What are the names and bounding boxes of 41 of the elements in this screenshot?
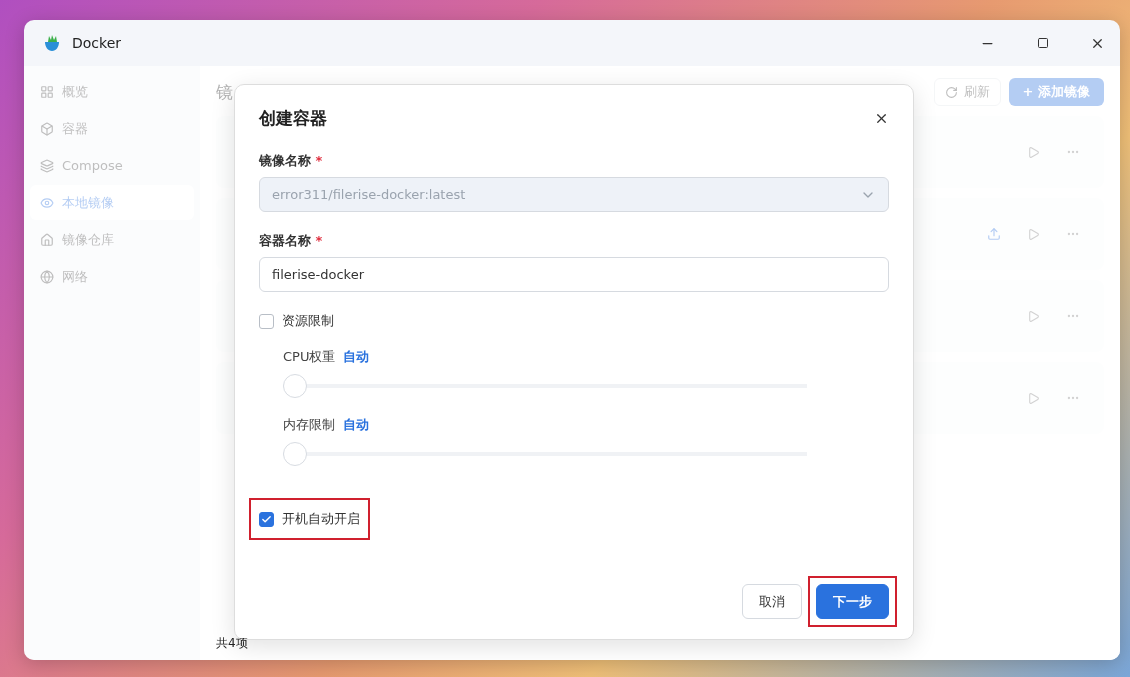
globe-icon — [40, 269, 54, 284]
refresh-icon — [944, 85, 958, 99]
close-icon[interactable] — [874, 111, 889, 126]
slider-thumb[interactable] — [283, 442, 307, 466]
checkbox-label: 开机自动开启 — [282, 510, 360, 528]
layers-icon — [40, 158, 54, 173]
eye-icon — [40, 195, 54, 210]
page-title: 镜 — [216, 80, 234, 104]
slider-label: 内存限制 — [283, 416, 335, 434]
slider-label: CPU权重 — [283, 348, 336, 366]
play-icon[interactable] — [1027, 309, 1040, 323]
field-label: 镜像名称 * — [259, 152, 324, 170]
slider-value: 自动 — [343, 348, 370, 366]
sidebar-item[interactable]: 本地镜像 — [30, 185, 194, 220]
sidebar-item[interactable]: Compose — [30, 148, 194, 183]
slider-value: 自动 — [343, 416, 369, 434]
item-count: 共4项 — [216, 635, 249, 652]
next-button[interactable]: 下一步 — [816, 584, 889, 619]
checkbox[interactable] — [259, 511, 274, 527]
slider-thumb[interactable] — [283, 374, 307, 398]
cancel-button[interactable]: 取消 — [742, 584, 802, 619]
add-image-button[interactable]: + 添加镜像 — [1008, 78, 1104, 106]
play-icon[interactable] — [1027, 227, 1040, 241]
checkbox[interactable] — [259, 313, 274, 329]
maximize-icon[interactable] — [1036, 37, 1049, 49]
play-icon[interactable] — [1027, 391, 1040, 405]
dialog-title: 创建容器 — [259, 107, 327, 130]
checkbox-label: 资源限制 — [282, 312, 334, 330]
home-icon — [40, 232, 54, 247]
field-label: 容器名称 * — [259, 232, 324, 250]
container-name-field[interactable]: filerise-docker — [259, 257, 889, 292]
required-mark: * — [315, 153, 323, 168]
whale-logo-icon — [42, 33, 62, 53]
upload-icon[interactable] — [987, 227, 1001, 241]
window-title: Docker — [72, 35, 123, 51]
check-icon — [261, 513, 272, 525]
cube-icon — [40, 121, 54, 136]
grid-icon — [40, 84, 54, 99]
sidebar-item[interactable]: 网络 — [30, 259, 194, 294]
play-icon[interactable] — [1027, 145, 1040, 159]
required-mark: * — [315, 233, 323, 248]
